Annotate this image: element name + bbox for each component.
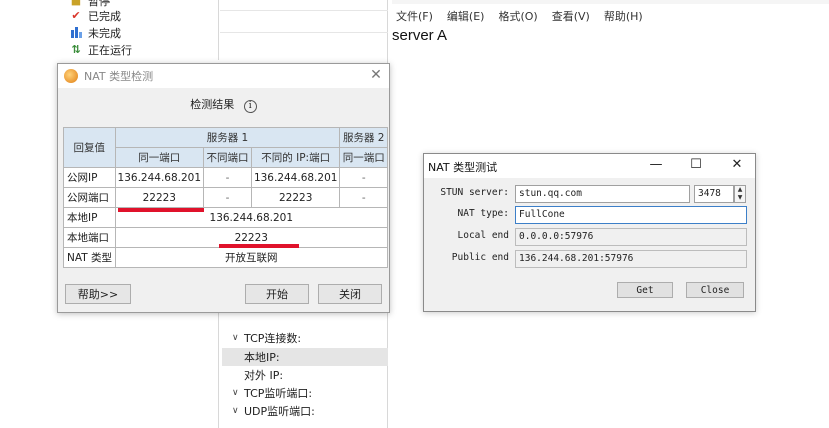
subheader-diff-ip-port: 不同的 IP:端口: [250, 147, 341, 168]
col-header-reply: 回复值: [63, 127, 116, 168]
app-icon: [64, 69, 78, 83]
local-ip-item[interactable]: 本地IP:: [222, 348, 388, 366]
highlight-underline: [118, 208, 204, 212]
subheader-diff-port: 不同端口: [203, 147, 252, 168]
tcp-connections-item[interactable]: ∨ TCP连接数:: [232, 329, 301, 347]
nat-type-row: NAT type: FullCone: [424, 206, 755, 224]
close-icon[interactable]: ✕: [369, 68, 383, 82]
panel-divider: [218, 312, 219, 428]
public-end-row: Public end 136.244.68.201:57976: [424, 250, 755, 268]
tcp-item-label: UDP监听端口:: [244, 405, 315, 418]
task-item-incomplete[interactable]: 未完成: [70, 24, 121, 41]
section-title: 检测结果: [190, 98, 235, 111]
task-item-label: 已完成: [88, 9, 121, 23]
close-button[interactable]: 关闭: [318, 284, 382, 304]
info-icon[interactable]: i: [243, 100, 257, 113]
subheader-same-port: 同一端口: [114, 147, 205, 168]
udp-listen-port-item[interactable]: ∨ UDP监听端口:: [232, 402, 315, 420]
tcp-item-label: 对外 IP:: [244, 369, 284, 382]
row-separator: [220, 10, 388, 11]
stun-server-input[interactable]: stun.qq.com: [515, 185, 690, 203]
row-label: 公网端口: [63, 187, 116, 208]
minimize-icon[interactable]: —: [648, 157, 664, 173]
table-row: 本地IP 136.244.68.201: [63, 207, 389, 228]
tcp-item-label: TCP监听端口:: [244, 387, 313, 400]
row-label: 本地IP: [63, 207, 116, 228]
nat-type-label: NAT type:: [457, 208, 509, 219]
close-button[interactable]: Close: [686, 282, 744, 298]
task-item-label: 未完成: [88, 26, 121, 40]
public-end-field[interactable]: 136.244.68.201:57976: [515, 250, 747, 268]
task-item-completed[interactable]: ✔ 已完成: [70, 7, 121, 24]
col-header-server1: 服务器 1: [114, 127, 341, 148]
help-button[interactable]: 帮助>>: [65, 284, 131, 304]
row-label: 本地端口: [63, 227, 116, 248]
result-section-header: 检测结果 i: [58, 96, 389, 113]
local-end-row: Local end 0.0.0.0:57976: [424, 228, 755, 246]
row-label: NAT 类型: [63, 247, 116, 268]
close-icon[interactable]: ✕: [729, 157, 745, 173]
panel-divider: [218, 0, 219, 60]
public-ip-item[interactable]: 对外 IP:: [244, 366, 283, 384]
cell-value: 22223: [250, 187, 341, 208]
menu-format[interactable]: 格式(O): [494, 8, 541, 26]
highlight-underline: [219, 244, 299, 248]
notepad-text-area[interactable]: server A: [392, 27, 447, 44]
cell-value: 136.244.68.201: [114, 167, 205, 188]
local-end-field[interactable]: 0.0.0.0:57976: [515, 228, 747, 246]
bar-chart-icon: [70, 27, 82, 39]
paused-icon: ■: [70, 0, 82, 7]
menu-edit[interactable]: 编辑(E): [443, 8, 489, 26]
dialog-title: NAT 类型检测: [84, 70, 154, 83]
task-item-running[interactable]: ⇅ 正在运行: [70, 41, 132, 58]
cell-value: -: [203, 187, 252, 208]
cell-value: 22223: [114, 187, 205, 208]
task-item-label: 正在运行: [88, 43, 132, 57]
stun-server-row: STUN server: stun.qq.com 3478 ▲ ▼: [424, 185, 755, 203]
cell-value: -: [339, 187, 388, 208]
col-header-server2: 服务器 2: [339, 127, 388, 148]
subheader-s2-same-port: 同一端口: [339, 147, 388, 168]
row-label: 公网IP: [63, 167, 116, 188]
nat-type-field[interactable]: FullCone: [515, 206, 747, 224]
dialog-title: NAT 类型测试: [428, 161, 498, 174]
chevron-down-icon: ∨: [232, 388, 239, 398]
nat-type-test-dialog: NAT 类型测试 — ☐ ✕ STUN server: stun.qq.com …: [423, 153, 756, 312]
stun-port-input[interactable]: 3478: [694, 185, 734, 203]
menu-help[interactable]: 帮助(H): [600, 8, 647, 26]
cell-value: -: [203, 167, 252, 188]
menu-view[interactable]: 查看(V): [548, 8, 594, 26]
cell-value: 开放互联网: [114, 247, 389, 268]
cell-value: 136.244.68.201: [250, 167, 341, 188]
table-row: 公网IP 136.244.68.201 - 136.244.68.201 -: [63, 167, 388, 188]
table-row: 公网端口 22223 - 22223 -: [63, 187, 388, 208]
row-separator: [220, 32, 388, 33]
table-row: NAT 类型 开放互联网: [63, 247, 389, 268]
tcp-item-label: 本地IP:: [244, 351, 280, 364]
dialog-title-bar: NAT 类型检测 ✕: [58, 64, 389, 88]
dialog-title-bar: NAT 类型测试 — ☐ ✕: [424, 154, 755, 178]
tcp-item-label: TCP连接数:: [244, 332, 302, 345]
nat-detect-dialog: NAT 类型检测 ✕ 检测结果 i 回复值 服务器 1 服务器 2 同一端口 不…: [57, 63, 390, 313]
menu-file[interactable]: 文件(F): [392, 8, 437, 26]
tcp-listen-port-item[interactable]: ∨ TCP监听端口:: [232, 384, 312, 402]
notepad-menu-bar: 文件(F) 编辑(E) 格式(O) 查看(V) 帮助(H): [392, 8, 653, 26]
stun-server-label: STUN server:: [440, 187, 509, 198]
maximize-icon[interactable]: ☐: [688, 157, 704, 173]
chevron-down-icon: ∨: [232, 406, 239, 416]
start-button[interactable]: 开始: [245, 284, 309, 304]
local-end-label: Local end: [457, 230, 509, 241]
running-icon: ⇅: [71, 43, 81, 56]
cell-value: -: [339, 167, 388, 188]
notepad-title-strip: [392, 0, 829, 4]
check-icon: ✔: [71, 9, 81, 22]
get-button[interactable]: Get: [617, 282, 673, 298]
chevron-down-icon: ∨: [232, 333, 239, 343]
port-spinner[interactable]: ▲ ▼: [734, 185, 746, 203]
public-end-label: Public end: [451, 252, 509, 263]
